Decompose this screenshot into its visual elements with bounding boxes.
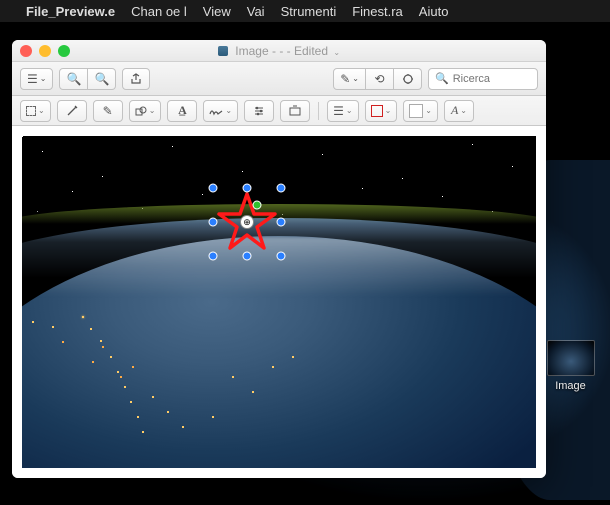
menubar: File_Preview.e Chan oe l View Vai Strume… xyxy=(0,0,610,22)
title-chevron-icon[interactable]: ⌄ xyxy=(333,48,340,57)
instant-alpha-tool[interactable] xyxy=(57,100,87,122)
pencil-icon: ✎ xyxy=(103,104,113,118)
search-field[interactable]: 🔍 xyxy=(428,68,538,90)
titlebar[interactable]: Image - - - Edited ⌄ xyxy=(12,40,546,62)
sliders-icon xyxy=(253,105,265,117)
zoom-out-icon: 🔍 xyxy=(66,72,81,86)
border-color-tool[interactable]: ⌄ xyxy=(365,100,398,122)
resize-handle-w[interactable] xyxy=(209,218,218,227)
highlight-button[interactable]: ✎⌄ xyxy=(333,68,366,90)
shapes-icon xyxy=(135,105,147,117)
resize-handle-e[interactable] xyxy=(277,218,286,227)
menu-help[interactable]: Aiuto xyxy=(419,4,449,19)
signature-icon xyxy=(209,106,223,116)
zoom-in-icon: 🔍 xyxy=(94,72,109,86)
document-proxy-icon[interactable] xyxy=(218,46,228,56)
adjust-size-tool[interactable] xyxy=(280,100,310,122)
zoom-button[interactable] xyxy=(58,45,70,57)
pen-icon: ✎ xyxy=(340,72,350,86)
text-style-tool[interactable]: A⌄ xyxy=(444,100,474,122)
selection-tool[interactable]: ⌄ xyxy=(20,100,51,122)
image-content[interactable]: ⊕ xyxy=(22,136,536,468)
preview-window: Image - - - Edited ⌄ ☰⌄ 🔍 🔍 ✎⌄ xyxy=(12,40,546,478)
canvas-area: ⊕ xyxy=(12,126,546,478)
text-icon: A̲ xyxy=(178,103,187,118)
menu-edit[interactable]: Chan oe l xyxy=(131,4,187,19)
resize-handle-ne[interactable] xyxy=(277,184,286,193)
text-tool[interactable]: A̲ xyxy=(167,100,197,122)
resize-handle-se[interactable] xyxy=(277,252,286,261)
resize-handle-nw[interactable] xyxy=(209,184,218,193)
search-input[interactable] xyxy=(453,73,531,85)
rotate-handle[interactable]: ⊕ xyxy=(240,215,254,229)
line-weight-tool[interactable]: ☰⌄ xyxy=(327,100,358,122)
zoom-out-button[interactable]: 🔍 xyxy=(59,68,88,90)
markup-toggle-button[interactable] xyxy=(394,68,422,90)
share-icon xyxy=(130,73,142,85)
lines-icon: ☰ xyxy=(333,104,344,118)
wand-icon xyxy=(66,105,78,117)
sign-tool[interactable]: ⌄ xyxy=(203,100,238,122)
minimize-button[interactable] xyxy=(39,45,51,57)
rotate-icon: ⟲ xyxy=(374,72,384,86)
search-icon: 🔍 xyxy=(435,72,449,85)
selection-icon xyxy=(26,106,36,116)
close-button[interactable] xyxy=(20,45,32,57)
shapes-tool[interactable]: ⌄ xyxy=(129,100,162,122)
resize-handle-n[interactable] xyxy=(243,184,252,193)
window-title-text: Image - - - Edited xyxy=(235,44,328,58)
image-earth xyxy=(22,236,536,468)
markup-toolbar: ⌄ ✎ ⌄ A̲ ⌄ ☰⌄ ⌄ ⌄ xyxy=(12,96,546,126)
sidebar-view-button[interactable]: ☰⌄ xyxy=(20,68,53,90)
sidebar-icon: ☰ xyxy=(27,72,38,86)
main-toolbar: ☰⌄ 🔍 🔍 ✎⌄ ⟲ xyxy=(12,62,546,96)
resize-icon xyxy=(289,105,301,117)
font-icon: A xyxy=(451,103,458,118)
traffic-lights xyxy=(20,45,70,57)
window-title: Image - - - Edited ⌄ xyxy=(12,44,546,58)
border-swatch-icon xyxy=(371,105,383,117)
file-label: Image xyxy=(543,380,598,392)
menu-go[interactable]: Vai xyxy=(247,4,265,19)
menu-window[interactable]: Finest.ra xyxy=(352,4,403,19)
rotate-button[interactable]: ⟲ xyxy=(366,68,394,90)
share-button[interactable] xyxy=(122,68,150,90)
star-annotation[interactable]: ⊕ xyxy=(217,192,277,252)
sketch-tool[interactable]: ✎ xyxy=(93,100,123,122)
menu-view[interactable]: View xyxy=(203,4,231,19)
file-thumbnail xyxy=(547,340,595,376)
toolbox-icon xyxy=(401,73,415,85)
resize-handle-s[interactable] xyxy=(243,252,252,261)
menu-tools[interactable]: Strumenti xyxy=(281,4,337,19)
desktop-file-icon[interactable]: Image xyxy=(543,340,598,392)
adjust-color-tool[interactable] xyxy=(244,100,274,122)
toolbar-divider xyxy=(318,102,319,120)
app-menu[interactable]: File_Preview.e xyxy=(26,4,115,19)
fill-swatch-icon xyxy=(409,104,423,118)
zoom-in-button[interactable]: 🔍 xyxy=(88,68,116,90)
fill-color-tool[interactable]: ⌄ xyxy=(403,100,438,122)
resize-handle-sw[interactable] xyxy=(209,252,218,261)
shape-edit-handle[interactable] xyxy=(253,201,262,210)
